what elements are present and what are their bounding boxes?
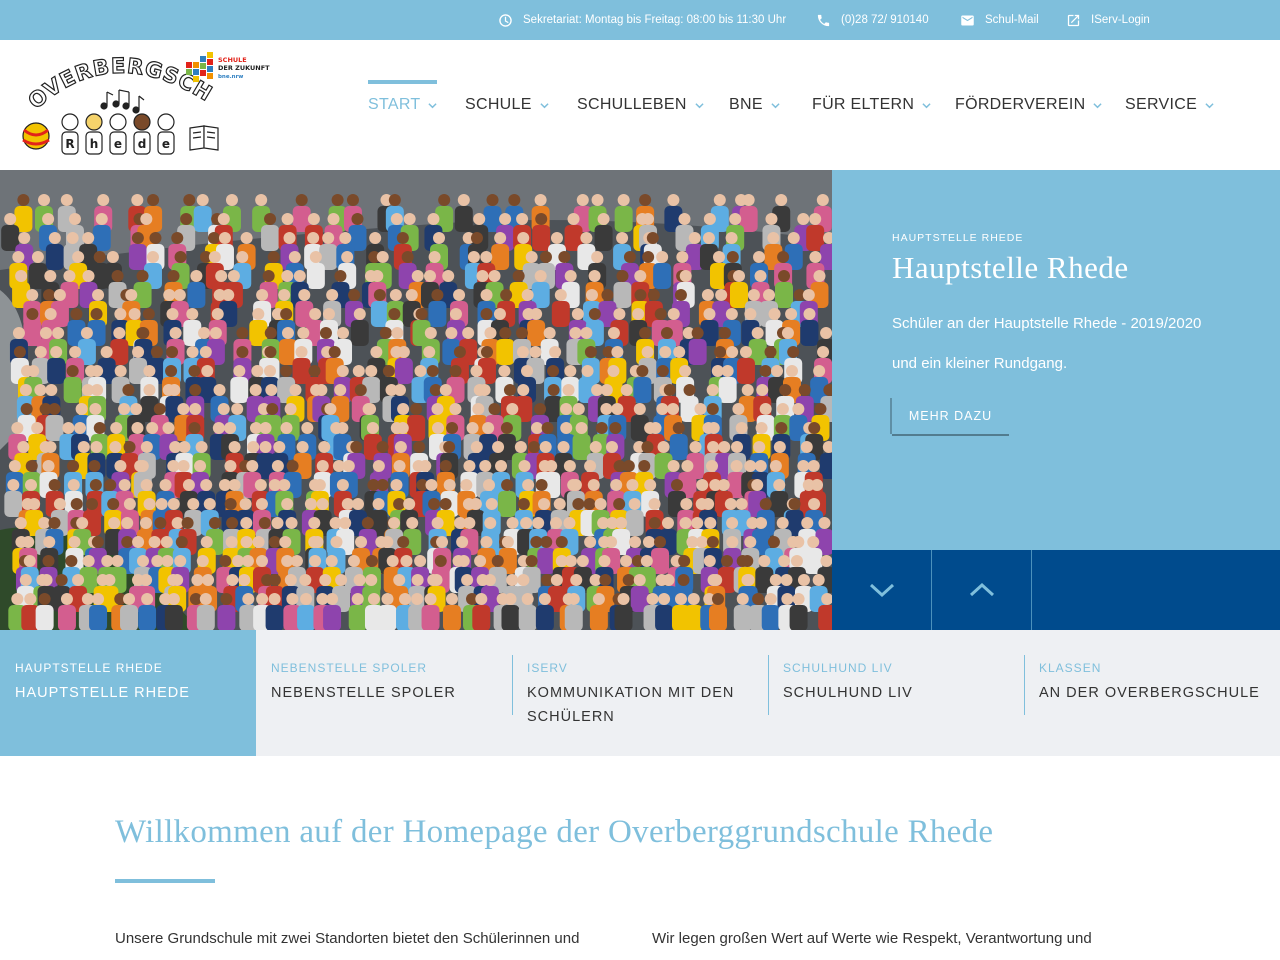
logo-letter-e2: e (162, 137, 170, 151)
logo-badge-line3: bne.nrw (218, 74, 243, 80)
slide-prev-button[interactable] (932, 550, 1031, 630)
slide-next-button[interactable] (832, 550, 931, 630)
tab-iserv[interactable]: ISERV KOMMUNIKATION MIT DEN SCHÜLERN (512, 630, 768, 756)
chevron-down-icon (869, 583, 894, 598)
chevron-down-icon (1205, 102, 1214, 108)
tab-eyebrow: ISERV (527, 661, 568, 675)
tab-eyebrow: HAUPTSTELLE RHEDE (15, 661, 163, 675)
tab-label: AN DER OVERBERGSCHULE (1039, 685, 1260, 701)
tab-eyebrow: KLASSEN (1039, 661, 1102, 675)
hero-title: Hauptstelle Rhede (892, 250, 1129, 285)
tab-schulhund-liv[interactable]: SCHULHUND LIV SCHULHUND LIV (768, 630, 1024, 756)
tab-label: HAUPTSTELLE RHEDE (15, 685, 190, 701)
chevron-down-icon (428, 102, 438, 108)
nav-schule[interactable]: SCHULE (465, 40, 549, 170)
external-link-icon (1067, 14, 1080, 26)
nav-bne-label: BNE (729, 96, 763, 113)
nav-start[interactable]: START (368, 40, 438, 170)
clock-icon (499, 13, 512, 27)
tab-hauptstelle-rhede[interactable]: HAUPTSTELLE RHEDE HAUPTSTELLE RHEDE (0, 630, 256, 756)
hero-description-line1: Schüler an der Hauptstelle Rhede - 2019/… (892, 315, 1202, 332)
logo-badge-line2: DER ZUKUNFT (218, 64, 270, 72)
chevron-up-icon (969, 582, 994, 597)
mail-icon (961, 15, 974, 25)
tab-eyebrow: NEBENSTELLE SPOLER (271, 661, 428, 675)
tab-nebenstelle-spoler[interactable]: NEBENSTELLE SPOLER NEBENSTELLE SPOLER (256, 630, 512, 756)
slide-tabs: HAUPTSTELLE RHEDE HAUPTSTELLE RHEDE NEBE… (0, 630, 1280, 756)
tab-klassen[interactable]: KLASSEN AN DER OVERBERGSCHULE (1024, 630, 1280, 756)
office-hours-text: Sekretariat: Montag bis Freitag: 08:00 b… (523, 14, 787, 26)
school-logo-graphic: OVERBERGSCHULE R h (8, 28, 270, 155)
intro-paragraph-right: Wir legen großen Wert auf Werte wie Resp… (652, 930, 1092, 947)
hero-photo-crowd (0, 170, 832, 630)
nav-schule-label: SCHULE (465, 96, 532, 113)
heading-underline (115, 879, 215, 883)
tab-label: KOMMUNIKATION MIT DEN SCHÜLERN (527, 685, 735, 725)
nav-foerderverein[interactable]: FÖRDERVEREIN (955, 40, 1103, 170)
tab-label: SCHULHUND LIV (783, 685, 913, 701)
nav-service-label: SERVICE (1125, 96, 1198, 113)
more-button[interactable]: MEHR DAZU (892, 398, 1009, 434)
intro-paragraph-left: Unsere Grundschule mit zwei Standorten b… (115, 930, 580, 947)
site-header: OVERBERGSCHULE R h (0, 28, 1280, 170)
tab-divider (512, 655, 513, 715)
hero-photo-school-group (0, 170, 832, 630)
logo-letter-e1: e (114, 137, 122, 151)
controls-divider (1031, 550, 1032, 630)
phone-icon (817, 14, 830, 26)
phone-link[interactable]: (0)28 72/ 910140 (816, 0, 929, 40)
tab-divider (1024, 655, 1025, 715)
hero-eyebrow: HAUPTSTELLE RHEDE (892, 232, 1024, 244)
school-mail-label: Schul-Mail (985, 14, 1039, 26)
welcome-heading: Willkommen auf der Homepage der Overberg… (115, 814, 994, 850)
tab-divider (768, 655, 769, 715)
logo-letter-h: h (90, 137, 99, 151)
logo-badge-line1: SCHULE (218, 56, 247, 64)
nav-schulleben[interactable]: SCHULLEBEN (577, 40, 704, 170)
logo-letter-r: R (65, 137, 74, 151)
chevron-down-icon (922, 102, 931, 108)
tab-label: NEBENSTELLE SPOLER (271, 685, 456, 701)
office-hours: Sekretariat: Montag bis Freitag: 08:00 b… (498, 0, 786, 40)
nav-schulleben-label: SCHULLEBEN (577, 96, 687, 113)
iserv-login-link[interactable]: IServ-Login (1066, 0, 1150, 40)
chevron-down-icon (1093, 102, 1103, 108)
iserv-login-label: IServ-Login (1091, 14, 1150, 26)
hero-description: Schüler an der Hauptstelle Rhede - 2019/… (892, 304, 1252, 384)
nav-service[interactable]: SERVICE (1125, 40, 1214, 170)
nav-start-label: START (368, 96, 421, 113)
nav-bne[interactable]: BNE (729, 40, 780, 170)
chevron-down-icon (771, 102, 780, 108)
hero-description-line2: und ein kleiner Rundgang. (892, 355, 1068, 372)
hero-slider-controls (832, 550, 1280, 630)
nav-foerderverein-label: FÖRDERVEREIN (955, 96, 1086, 113)
nav-fuer-eltern[interactable]: FÜR ELTERN (812, 40, 931, 170)
school-logo[interactable]: OVERBERGSCHULE R h (8, 28, 273, 160)
logo-letter-d: d (138, 137, 147, 151)
top-info-bar: Sekretariat: Montag bis Freitag: 08:00 b… (0, 0, 1280, 40)
tab-eyebrow: SCHULHUND LIV (783, 661, 893, 675)
school-mail-link[interactable]: Schul-Mail (960, 0, 1039, 40)
phone-number: (0)28 72/ 910140 (841, 14, 929, 26)
nav-fuer-eltern-label: FÜR ELTERN (812, 96, 915, 113)
hero-slide-panel: HAUPTSTELLE RHEDE Hauptstelle Rhede Schü… (832, 170, 1280, 550)
chevron-down-icon (695, 102, 704, 108)
chevron-down-icon (540, 102, 549, 108)
